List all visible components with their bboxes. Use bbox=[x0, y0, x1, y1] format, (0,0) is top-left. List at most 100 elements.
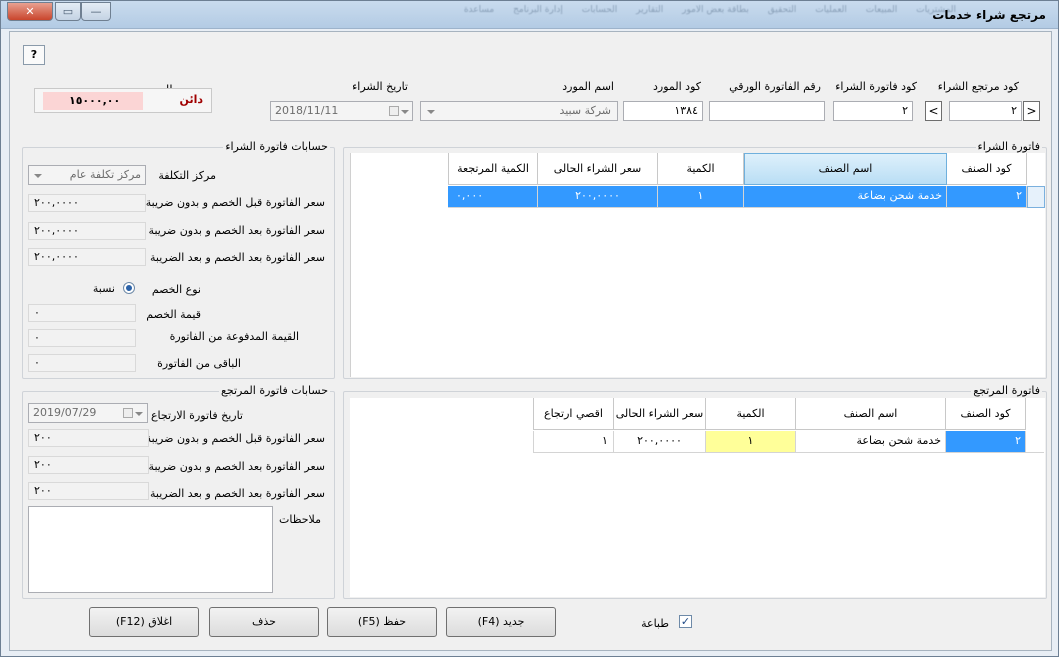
background-menu: المشتريات المبيعات العمليات التحقيق بطاق… bbox=[396, 5, 956, 17]
menu-item: الحسابات bbox=[581, 5, 618, 15]
col-item-name[interactable]: اسم الصنف bbox=[744, 153, 947, 185]
return-code-label: كود مرتجع الشراء bbox=[937, 80, 1019, 93]
supplier-code-label: كود المورد bbox=[653, 80, 701, 93]
return-date-picker[interactable]: 2019/07/29 bbox=[28, 403, 148, 423]
remaining-field: ٠ bbox=[28, 354, 136, 372]
menu-item: التحقيق bbox=[767, 5, 797, 15]
purchase-items-grid[interactable]: كود الصنف اسم الصنف الكمية سعر الشراء ال… bbox=[350, 153, 1045, 377]
discount-value-field[interactable]: ٠ bbox=[28, 304, 136, 322]
table-cell[interactable]: ٠,٠٠٠ bbox=[448, 186, 538, 208]
form-body: ? كود مرتجع الشراء > ٢ < كود فاتورة الشر… bbox=[9, 31, 1052, 651]
purchase-invoice-title: فاتورة الشراء bbox=[975, 140, 1042, 153]
col-item-name[interactable]: اسم الصنف bbox=[796, 398, 946, 430]
invoice-code-label: كود فاتورة الشراء bbox=[835, 80, 917, 93]
purchase-date-value: 2018/11/11 bbox=[275, 104, 339, 117]
supplier-code-input[interactable]: ١٣٨٤ bbox=[623, 101, 703, 121]
return-items-grid[interactable]: كود الصنف اسم الصنف الكمية سعر الشراء ال… bbox=[350, 398, 1045, 597]
purchase-accounts-title: حسابات فاتورة الشراء bbox=[223, 140, 330, 153]
delete-button[interactable]: حذف bbox=[209, 607, 319, 637]
dropdown-arrow-icon bbox=[427, 110, 435, 114]
menu-item: المبيعات bbox=[865, 5, 898, 15]
notes-textarea[interactable] bbox=[28, 506, 273, 593]
dropdown-arrow-icon bbox=[135, 412, 143, 416]
table-cell[interactable]: ٢٠٠,٠٠٠٠ bbox=[538, 186, 658, 208]
supplier-name-label: اسم المورد bbox=[562, 80, 614, 93]
return-code-input[interactable]: ٢ bbox=[949, 101, 1022, 121]
balance-value: ١٥٠٠٠,٠٠ bbox=[43, 92, 143, 110]
main-window: ✕ ▭ — المشتريات المبيعات العمليات التحقي… bbox=[0, 0, 1059, 657]
return-accounts-title: حسابات فاتورة المرتجع bbox=[218, 384, 330, 397]
save-button[interactable]: حفظ (F5) bbox=[327, 607, 437, 637]
price-after-no-tax-field: ٢٠٠,٠٠٠٠ bbox=[28, 222, 146, 240]
discount-value-label: قيمة الخصم bbox=[146, 308, 201, 321]
menu-item: إدارة البرنامج bbox=[513, 5, 563, 15]
paper-invoice-label: رقم الفاتورة الورقي bbox=[729, 80, 821, 93]
paper-invoice-input[interactable] bbox=[709, 101, 825, 121]
close-window-button[interactable]: ✕ bbox=[7, 2, 53, 21]
print-checkbox[interactable]: ✓ bbox=[679, 615, 692, 628]
price-before-field: ٢٠٠,٠٠٠٠ bbox=[28, 194, 146, 212]
col-item-code[interactable]: كود الصنف bbox=[947, 153, 1027, 185]
col-max-return[interactable]: اقصي ارتجاع bbox=[533, 398, 614, 430]
return-invoice-title: فاتورة المرتجع bbox=[971, 384, 1042, 397]
col-quantity[interactable]: الكمية bbox=[658, 153, 744, 185]
return-date-label: تاريخ فاتورة الارتجاع bbox=[150, 409, 243, 422]
return-date-value: 2019/07/29 bbox=[33, 406, 97, 419]
row-selector[interactable] bbox=[1026, 431, 1044, 453]
table-cell[interactable]: ١ bbox=[706, 431, 796, 453]
discount-percent-radio[interactable] bbox=[123, 282, 135, 294]
table-cell[interactable]: ٢ bbox=[946, 431, 1026, 453]
menu-item: العمليات bbox=[815, 5, 847, 15]
return-before-field: ٢٠٠ bbox=[28, 429, 149, 447]
close-button[interactable]: اغلاق (F12) bbox=[89, 607, 199, 637]
menu-item: بطاقة بعض الأمور bbox=[682, 5, 749, 15]
table-cell[interactable]: خدمة شحن بضاعة bbox=[744, 186, 947, 208]
paid-label: القيمة المدفوعة من الفاتورة bbox=[169, 330, 299, 343]
menu-item: التقارير bbox=[636, 5, 664, 15]
remaining-label: الباقى من الفاتورة bbox=[157, 357, 241, 370]
price-before-label: سعر الفاتورة قبل الخصم و بدون ضريبة bbox=[145, 196, 325, 209]
dropdown-arrow-icon bbox=[34, 174, 42, 178]
calendar-checkbox-icon bbox=[389, 106, 399, 116]
col-returned-qty[interactable]: الكمية المرتجعة bbox=[448, 153, 538, 185]
row-selector[interactable] bbox=[1027, 186, 1045, 208]
return-after-tax-field: ٢٠٠ bbox=[28, 482, 149, 500]
new-button[interactable]: جديد (F4) bbox=[446, 607, 556, 637]
discount-type-value: نسبة bbox=[92, 282, 115, 295]
prev-record-button[interactable]: < bbox=[925, 101, 942, 121]
return-after-no-tax-label: سعر الفاتورة بعد الخصم و بدون ضريبة bbox=[148, 460, 325, 473]
col-current-price[interactable]: سعر الشراء الحالى bbox=[538, 153, 658, 185]
window-title: مرتجع شراء خدمات bbox=[932, 8, 1046, 22]
menu-item: مساعدة bbox=[463, 5, 495, 15]
invoice-code-input[interactable]: ٢ bbox=[833, 101, 913, 121]
cost-center-value: مركز تكلفة عام bbox=[69, 168, 141, 181]
col-current-price[interactable]: سعر الشراء الحالى bbox=[614, 398, 706, 430]
col-quantity[interactable]: الكمية bbox=[706, 398, 796, 430]
table-cell[interactable]: خدمة شحن بضاعة bbox=[796, 431, 946, 453]
title-bar: ✕ ▭ — المشتريات المبيعات العمليات التحقي… bbox=[1, 1, 1058, 29]
purchase-date-picker[interactable]: 2018/11/11 bbox=[270, 101, 413, 121]
notes-label: ملاحظات bbox=[279, 513, 321, 526]
cost-center-combo[interactable]: مركز تكلفة عام bbox=[28, 165, 146, 185]
price-after-tax-label: سعر الفاتورة بعد الخصم و بعد الضريبة bbox=[150, 251, 325, 264]
supplier-name-combo[interactable]: شركة سبيد bbox=[420, 101, 618, 121]
balance-box: ١٥٠٠٠,٠٠ دائن bbox=[34, 88, 212, 113]
cost-center-label: مركز التكلفة bbox=[158, 169, 216, 182]
maximize-button[interactable]: ▭ bbox=[55, 2, 81, 21]
col-item-code[interactable]: كود الصنف bbox=[946, 398, 1026, 430]
table-cell[interactable]: ٢ bbox=[947, 186, 1027, 208]
help-button[interactable]: ? bbox=[23, 45, 45, 65]
table-cell[interactable]: ١ bbox=[658, 186, 744, 208]
discount-type-label: نوع الخصم bbox=[151, 283, 201, 296]
table-cell[interactable]: ٢٠٠,٠٠٠٠ bbox=[614, 431, 706, 453]
return-after-tax-label: سعر الفاتورة بعد الخصم و بعد الضريبة bbox=[150, 487, 325, 500]
next-record-button[interactable]: > bbox=[1023, 101, 1040, 121]
table-cell[interactable]: ١ bbox=[533, 431, 614, 453]
minimize-button[interactable]: — bbox=[81, 2, 111, 21]
balance-state: دائن bbox=[179, 93, 203, 106]
return-before-label: سعر الفاتورة قبل الخصم و بدون ضريبة bbox=[145, 432, 325, 445]
purchase-date-label: تاريخ الشراء bbox=[352, 80, 408, 93]
price-after-tax-field: ٢٠٠,٠٠٠٠ bbox=[28, 248, 146, 266]
price-after-no-tax-label: سعر الفاتورة بعد الخصم و بدون ضريبة bbox=[148, 224, 325, 237]
paid-field[interactable]: ٠ bbox=[28, 329, 136, 347]
